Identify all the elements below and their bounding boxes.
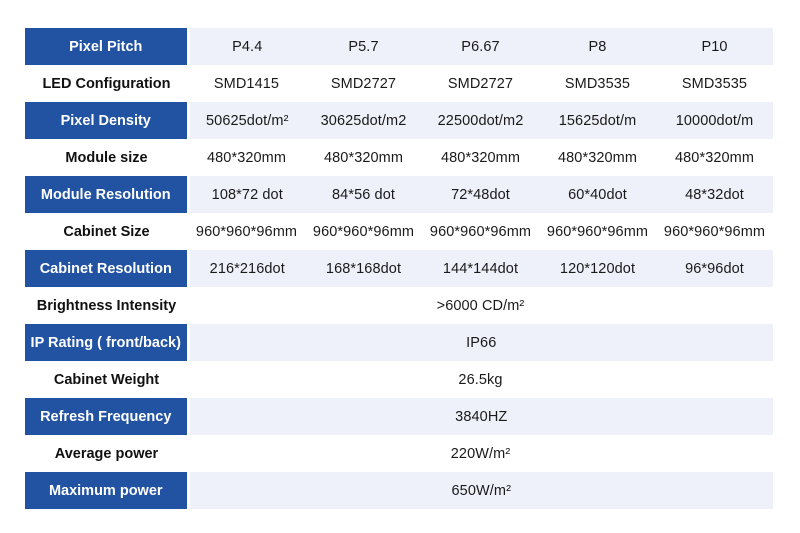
row-label: Refresh Frequency (25, 398, 190, 435)
table-cell: 72*48dot (422, 176, 539, 213)
table-cell: 10000dot/m (656, 102, 773, 139)
table-row-cabinet-weight: Cabinet Weight 26.5kg (25, 361, 773, 398)
table-cell: SMD1415 (188, 65, 305, 102)
table-cell: 26.5kg (188, 361, 773, 398)
table-cell: 480*320mm (422, 139, 539, 176)
table-row-refresh-frequency: Refresh Frequency 3840HZ (25, 398, 773, 435)
table-cell: 108*72 dot (188, 176, 305, 213)
table-cell: 216*216dot (188, 250, 305, 287)
table-cell: 15625dot/m (539, 102, 656, 139)
table-cell: 480*320mm (305, 139, 422, 176)
row-label: Average power (54, 445, 159, 462)
row-label: Cabinet Resolution (25, 250, 190, 287)
table-cell: 480*320mm (539, 139, 656, 176)
table-cell: 96*96dot (656, 250, 773, 287)
spec-table: Pixel Pitch P4.4 P5.7 P6.67 P8 P10 LED C… (25, 28, 773, 509)
row-label: Cabinet Weight (53, 371, 160, 388)
table-row-ip-rating: IP Rating ( front/back) IP66 (25, 324, 773, 361)
table-cell: 960*960*96mm (188, 213, 305, 250)
table-cell: P8 (539, 28, 656, 65)
table-cell: SMD2727 (422, 65, 539, 102)
table-row-module-size: Module size 480*320mm 480*320mm 480*320m… (25, 139, 773, 176)
row-label: IP Rating ( front/back) (25, 324, 190, 361)
table-row-brightness-intensity: Brightness Intensity >6000 CD/m² (25, 287, 773, 324)
table-cell: 960*960*96mm (656, 213, 773, 250)
table-cell: IP66 (188, 324, 773, 361)
row-label: LED Configuration (42, 75, 171, 92)
table-cell: 84*56 dot (305, 176, 422, 213)
table-cell: 144*144dot (422, 250, 539, 287)
table-cell: P6.67 (422, 28, 539, 65)
table-cell: 960*960*96mm (539, 213, 656, 250)
table-row-module-resolution: Module Resolution 108*72 dot 84*56 dot 7… (25, 176, 773, 213)
table-cell: 48*32dot (656, 176, 773, 213)
table-row-led-configuration: LED Configuration SMD1415 SMD2727 SMD272… (25, 65, 773, 102)
table-cell: SMD3535 (539, 65, 656, 102)
table-cell: 650W/m² (188, 472, 773, 509)
row-label: Cabinet Size (63, 223, 150, 240)
row-label: Pixel Pitch (25, 28, 190, 65)
table-row-average-power: Average power 220W/m² (25, 435, 773, 472)
table-cell: 960*960*96mm (422, 213, 539, 250)
row-label: Module size (65, 149, 148, 166)
table-row-cabinet-resolution: Cabinet Resolution 216*216dot 168*168dot… (25, 250, 773, 287)
table-cell: 3840HZ (188, 398, 773, 435)
table-cell: 30625dot/m2 (305, 102, 422, 139)
table-cell: 168*168dot (305, 250, 422, 287)
table-row-cabinet-size: Cabinet Size 960*960*96mm 960*960*96mm 9… (25, 213, 773, 250)
table-cell: 480*320mm (656, 139, 773, 176)
table-cell: 120*120dot (539, 250, 656, 287)
table-cell: 960*960*96mm (305, 213, 422, 250)
table-cell: SMD2727 (305, 65, 422, 102)
row-label: Maximum power (25, 472, 190, 509)
table-cell: 60*40dot (539, 176, 656, 213)
table-cell: SMD3535 (656, 65, 773, 102)
table-cell: 480*320mm (188, 139, 305, 176)
row-label: Module Resolution (25, 176, 190, 213)
table-cell: P4.4 (188, 28, 305, 65)
row-label: Pixel Density (25, 102, 190, 139)
table-cell: P10 (656, 28, 773, 65)
table-cell: 220W/m² (188, 435, 773, 472)
row-label: Brightness Intensity (36, 297, 177, 314)
table-cell: 22500dot/m2 (422, 102, 539, 139)
table-cell: 50625dot/m² (188, 102, 305, 139)
table-row-maximum-power: Maximum power 650W/m² (25, 472, 773, 509)
table-cell: >6000 CD/m² (188, 287, 773, 324)
table-row-pixel-pitch: Pixel Pitch P4.4 P5.7 P6.67 P8 P10 (25, 28, 773, 65)
table-cell: P5.7 (305, 28, 422, 65)
table-row-pixel-density: Pixel Density 50625dot/m² 30625dot/m2 22… (25, 102, 773, 139)
